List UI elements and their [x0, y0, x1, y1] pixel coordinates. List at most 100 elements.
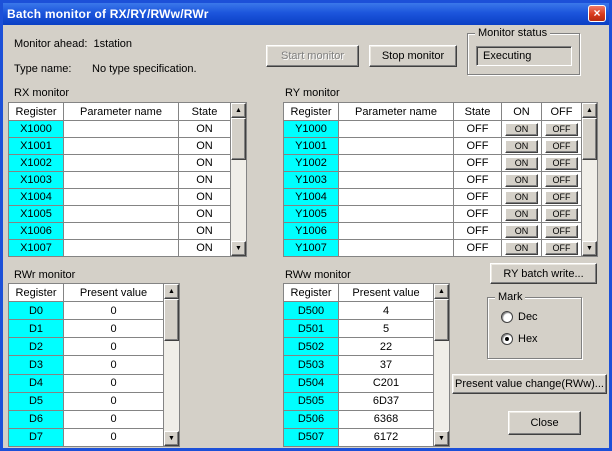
radio-dec[interactable]: Dec: [501, 311, 538, 323]
register-cell: D501: [284, 320, 339, 338]
column-header: Register: [9, 284, 64, 302]
ry-off-button[interactable]: OFF: [545, 157, 578, 170]
present-value-change-button[interactable]: Present value change(RWw)...: [452, 374, 607, 394]
table-row: D50: [9, 392, 164, 410]
radio-hex[interactable]: Hex: [501, 333, 538, 345]
ry-off-button[interactable]: OFF: [545, 174, 578, 187]
table-row: D30: [9, 356, 164, 374]
scroll-thumb[interactable]: [231, 118, 246, 160]
monitor-ahead-label: Monitor ahead: 1station: [14, 38, 132, 50]
state-cell: ON: [179, 121, 231, 138]
ry-off-button[interactable]: OFF: [545, 225, 578, 238]
parameter-cell: [64, 138, 179, 155]
ry-on-button[interactable]: ON: [505, 225, 538, 238]
value-cell: 22: [339, 338, 434, 356]
table-row: D5076172: [284, 428, 434, 446]
scroll-down-icon[interactable]: ▼: [582, 241, 597, 256]
table-row: D00: [9, 302, 164, 320]
scroll-down-icon[interactable]: ▼: [231, 241, 246, 256]
register-cell: D0: [9, 302, 64, 320]
table-row: D10: [9, 320, 164, 338]
table-row: X1002ON: [9, 155, 231, 172]
register-cell: D2: [9, 338, 64, 356]
scroll-up-icon[interactable]: ▲: [434, 284, 449, 299]
register-cell: D502: [284, 338, 339, 356]
scroll-thumb[interactable]: [164, 299, 179, 341]
button-cell: OFF: [542, 223, 582, 240]
rww-scrollbar[interactable]: ▲ ▼: [434, 283, 450, 447]
column-header: State: [179, 103, 231, 121]
register-cell: D505: [284, 392, 339, 410]
table-row: X1005ON: [9, 206, 231, 223]
ry-on-button[interactable]: ON: [505, 242, 538, 255]
register-cell: X1001: [9, 138, 64, 155]
scroll-up-icon[interactable]: ▲: [231, 103, 246, 118]
ry-on-button[interactable]: ON: [505, 140, 538, 153]
rww-grid: RegisterPresent value D5004D5015D50222D5…: [283, 283, 434, 447]
scroll-down-icon[interactable]: ▼: [434, 431, 449, 446]
ry-scrollbar[interactable]: ▲ ▼: [582, 102, 598, 257]
rwr-grid: RegisterPresent value D00D10D2 0 D30D40D50…: [8, 283, 164, 447]
table-row: D5066368: [284, 410, 434, 428]
parameter-cell: [339, 240, 454, 257]
ry-on-button[interactable]: ON: [505, 123, 538, 136]
table-row: D5015: [284, 320, 434, 338]
table-row: Y1000OFFONOFF: [284, 121, 582, 138]
stop-monitor-button[interactable]: Stop monitor: [369, 45, 457, 67]
ry-on-button[interactable]: ON: [505, 208, 538, 221]
rwr-scrollbar[interactable]: ▲ ▼: [164, 283, 180, 447]
column-header: Present value: [64, 284, 164, 302]
table-row: D50222: [284, 338, 434, 356]
button-cell: ON: [502, 172, 542, 189]
scroll-thumb[interactable]: [582, 118, 597, 160]
column-header: OFF: [542, 103, 582, 121]
radio-dec-label: Dec: [518, 311, 538, 323]
ry-off-button[interactable]: OFF: [545, 140, 578, 153]
table-row: D70: [9, 428, 164, 446]
button-cell: OFF: [542, 155, 582, 172]
ry-on-button[interactable]: ON: [505, 174, 538, 187]
ry-on-button[interactable]: ON: [505, 157, 538, 170]
scroll-down-icon[interactable]: ▼: [164, 431, 179, 446]
ry-on-button[interactable]: ON: [505, 191, 538, 204]
register-cell: Y1002: [284, 155, 339, 172]
register-cell: Y1003: [284, 172, 339, 189]
close-button[interactable]: Close: [508, 411, 581, 435]
radio-hex-label: Hex: [518, 333, 538, 345]
ry-off-button[interactable]: OFF: [545, 123, 578, 136]
ry-batch-write-button[interactable]: RY batch write...: [490, 263, 597, 284]
titlebar[interactable]: Batch monitor of RX/RY/RWw/RWr ×: [3, 3, 609, 25]
value-cell: 0: [64, 428, 164, 446]
parameter-cell: [339, 223, 454, 240]
ry-off-button[interactable]: OFF: [545, 208, 578, 221]
start-monitor-button[interactable]: Start monitor: [266, 45, 359, 67]
scroll-thumb[interactable]: [434, 299, 449, 341]
scroll-up-icon[interactable]: ▲: [582, 103, 597, 118]
parameter-cell: [339, 206, 454, 223]
table-row: D50337: [284, 356, 434, 374]
table-row: Y1003OFFONOFF: [284, 172, 582, 189]
ry-header-row: RegisterParameter nameStateONOFF: [284, 103, 582, 121]
parameter-cell: [64, 206, 179, 223]
ry-grid: RegisterParameter nameStateONOFF Y1000OF…: [283, 102, 582, 257]
state-cell: OFF: [454, 172, 502, 189]
ry-off-button[interactable]: OFF: [545, 191, 578, 204]
table-row: X1007ON: [9, 240, 231, 257]
value-cell: 6D37: [339, 392, 434, 410]
close-icon[interactable]: ×: [588, 5, 606, 22]
window-title: Batch monitor of RX/RY/RWw/RWr: [7, 7, 209, 21]
register-cell: D6: [9, 410, 64, 428]
register-cell: X1005: [9, 206, 64, 223]
register-cell: X1004: [9, 189, 64, 206]
table-row: D5004: [284, 302, 434, 320]
parameter-cell: [339, 121, 454, 138]
table-row: Y1006OFFONOFF: [284, 223, 582, 240]
table-row: D40: [9, 374, 164, 392]
ry-off-button[interactable]: OFF: [545, 242, 578, 255]
scroll-up-icon[interactable]: ▲: [164, 284, 179, 299]
register-cell: Y1004: [284, 189, 339, 206]
type-name-caption: Type name:: [14, 63, 71, 75]
state-cell: ON: [179, 240, 231, 257]
rx-scrollbar[interactable]: ▲ ▼: [231, 102, 247, 257]
state-cell: ON: [179, 172, 231, 189]
